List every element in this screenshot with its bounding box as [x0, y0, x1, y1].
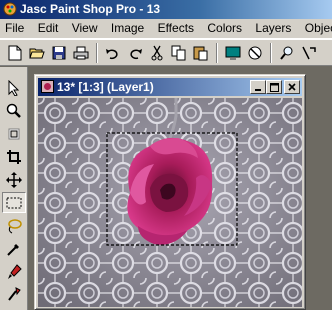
menu-view[interactable]: View: [67, 19, 103, 38]
redo-icon[interactable]: [124, 43, 146, 63]
deform-tool-icon[interactable]: [2, 123, 26, 144]
document-icon: [41, 80, 54, 93]
paste-icon[interactable]: [190, 43, 212, 63]
dropper-tool-icon[interactable]: [2, 238, 26, 259]
image-canvas[interactable]: [38, 98, 302, 307]
document-title: 13* [1:3] (Layer1): [57, 80, 154, 94]
app-icon: [3, 2, 17, 16]
close-button[interactable]: [284, 80, 300, 94]
paintbrush-tool-icon[interactable]: [2, 261, 26, 282]
app-title: Jasc Paint Shop Pro - 13: [20, 2, 161, 16]
toolbar-separator: [270, 43, 272, 63]
arrow-tool-icon[interactable]: [2, 77, 26, 98]
document-title-bar[interactable]: 13* [1:3] (Layer1): [38, 78, 302, 96]
new-icon[interactable]: [4, 43, 26, 63]
menu-file[interactable]: File: [0, 19, 29, 38]
move-tool-icon[interactable]: [2, 169, 26, 190]
tool-palette: [0, 67, 28, 310]
help-icon[interactable]: [298, 43, 320, 63]
freehand-selection-tool-icon[interactable]: [2, 215, 26, 236]
retouch-tool-icon[interactable]: [2, 303, 26, 310]
copy-icon[interactable]: [168, 43, 190, 63]
clone-tool-icon[interactable]: [2, 283, 26, 304]
save-icon[interactable]: [48, 43, 70, 63]
app-title-bar: Jasc Paint Shop Pro - 13: [0, 0, 332, 19]
maximize-button[interactable]: [266, 80, 282, 94]
browse-icon[interactable]: [244, 43, 266, 63]
rose-on-lace-photo: [38, 98, 302, 307]
toolbar-separator: [96, 43, 98, 63]
document-window[interactable]: 13* [1:3] (Layer1): [34, 74, 306, 310]
minimize-button[interactable]: [250, 80, 266, 94]
menu-effects[interactable]: Effects: [153, 19, 199, 38]
crop-tool-icon[interactable]: [2, 146, 26, 167]
menu-colors[interactable]: Colors: [202, 19, 247, 38]
menu-edit[interactable]: Edit: [33, 19, 64, 38]
monitor-icon[interactable]: [222, 43, 244, 63]
print-icon[interactable]: [70, 43, 92, 63]
zoom-icon[interactable]: [276, 43, 298, 63]
menu-objects[interactable]: Objects: [300, 19, 332, 38]
menu-bar: File Edit View Image Effects Colors Laye…: [0, 19, 332, 39]
standard-toolbar: [0, 39, 332, 66]
menu-layers[interactable]: Layers: [250, 19, 296, 38]
zoom-tool-icon[interactable]: [2, 100, 26, 121]
cut-icon[interactable]: [146, 43, 168, 63]
open-icon[interactable]: [26, 43, 48, 63]
undo-icon[interactable]: [102, 43, 124, 63]
selection-tool-icon[interactable]: [2, 192, 26, 213]
menu-image[interactable]: Image: [106, 19, 149, 38]
toolbar-separator: [216, 43, 218, 63]
